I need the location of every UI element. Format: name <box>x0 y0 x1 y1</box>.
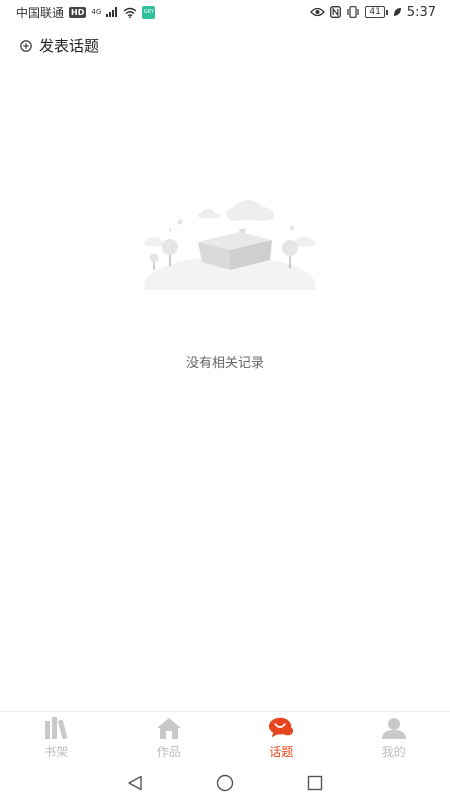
cloud-large <box>226 200 274 221</box>
plus-circle-icon <box>20 39 32 52</box>
post-topic-button[interactable]: 发表话题 <box>20 35 99 56</box>
recents-icon[interactable] <box>305 773 325 793</box>
hd-badge: HD <box>69 6 87 18</box>
tab-works-label: 作品 <box>156 745 181 759</box>
clock: 5:37 <box>406 4 436 20</box>
vibrate-icon <box>347 6 359 18</box>
battery-tip <box>385 9 388 15</box>
app-notification-badge: GKY <box>142 5 156 19</box>
battery-level: 41 <box>365 6 385 18</box>
system-nav-bar <box>0 766 450 800</box>
empty-state-message: 没有相关记录 <box>185 356 264 371</box>
tab-topics[interactable]: 话题 <box>225 712 338 765</box>
network-type: 4G <box>91 7 102 16</box>
tab-bookshelf[interactable]: 书架 <box>0 712 113 765</box>
carrier-name: 中国联通 <box>16 5 65 20</box>
eye-icon <box>310 7 326 17</box>
empty-state-illustration <box>144 200 316 290</box>
post-topic-label: 发表话题 <box>39 37 100 55</box>
tab-mine[interactable]: 我的 <box>338 712 450 765</box>
user-icon <box>381 716 407 740</box>
home-icon <box>156 716 182 740</box>
status-bar-left: 中国联通 HD 4G GKY <box>16 4 156 21</box>
bottom-nav: 书架 作品 话题 我的 <box>0 711 450 765</box>
bookshelf-icon <box>43 716 69 740</box>
signal-icon <box>106 7 118 17</box>
back-icon[interactable] <box>125 773 145 793</box>
nfc-icon <box>330 6 342 18</box>
tab-topics-label: 话题 <box>269 745 294 759</box>
wifi-icon <box>123 7 137 18</box>
status-bar-right: 41 5:37 <box>310 5 436 20</box>
home-circle-icon[interactable] <box>215 773 235 793</box>
tab-works[interactable]: 作品 <box>113 712 226 765</box>
battery-icon: 41 <box>365 6 388 18</box>
cloud-small-left <box>198 209 220 219</box>
tab-bookshelf-label: 书架 <box>44 745 69 759</box>
leaf-icon <box>393 8 401 16</box>
chat-bubble-icon <box>268 716 294 740</box>
tab-mine-label: 我的 <box>381 745 406 759</box>
status-bar: 中国联通 HD 4G GKY 41 5:37 <box>0 0 450 24</box>
